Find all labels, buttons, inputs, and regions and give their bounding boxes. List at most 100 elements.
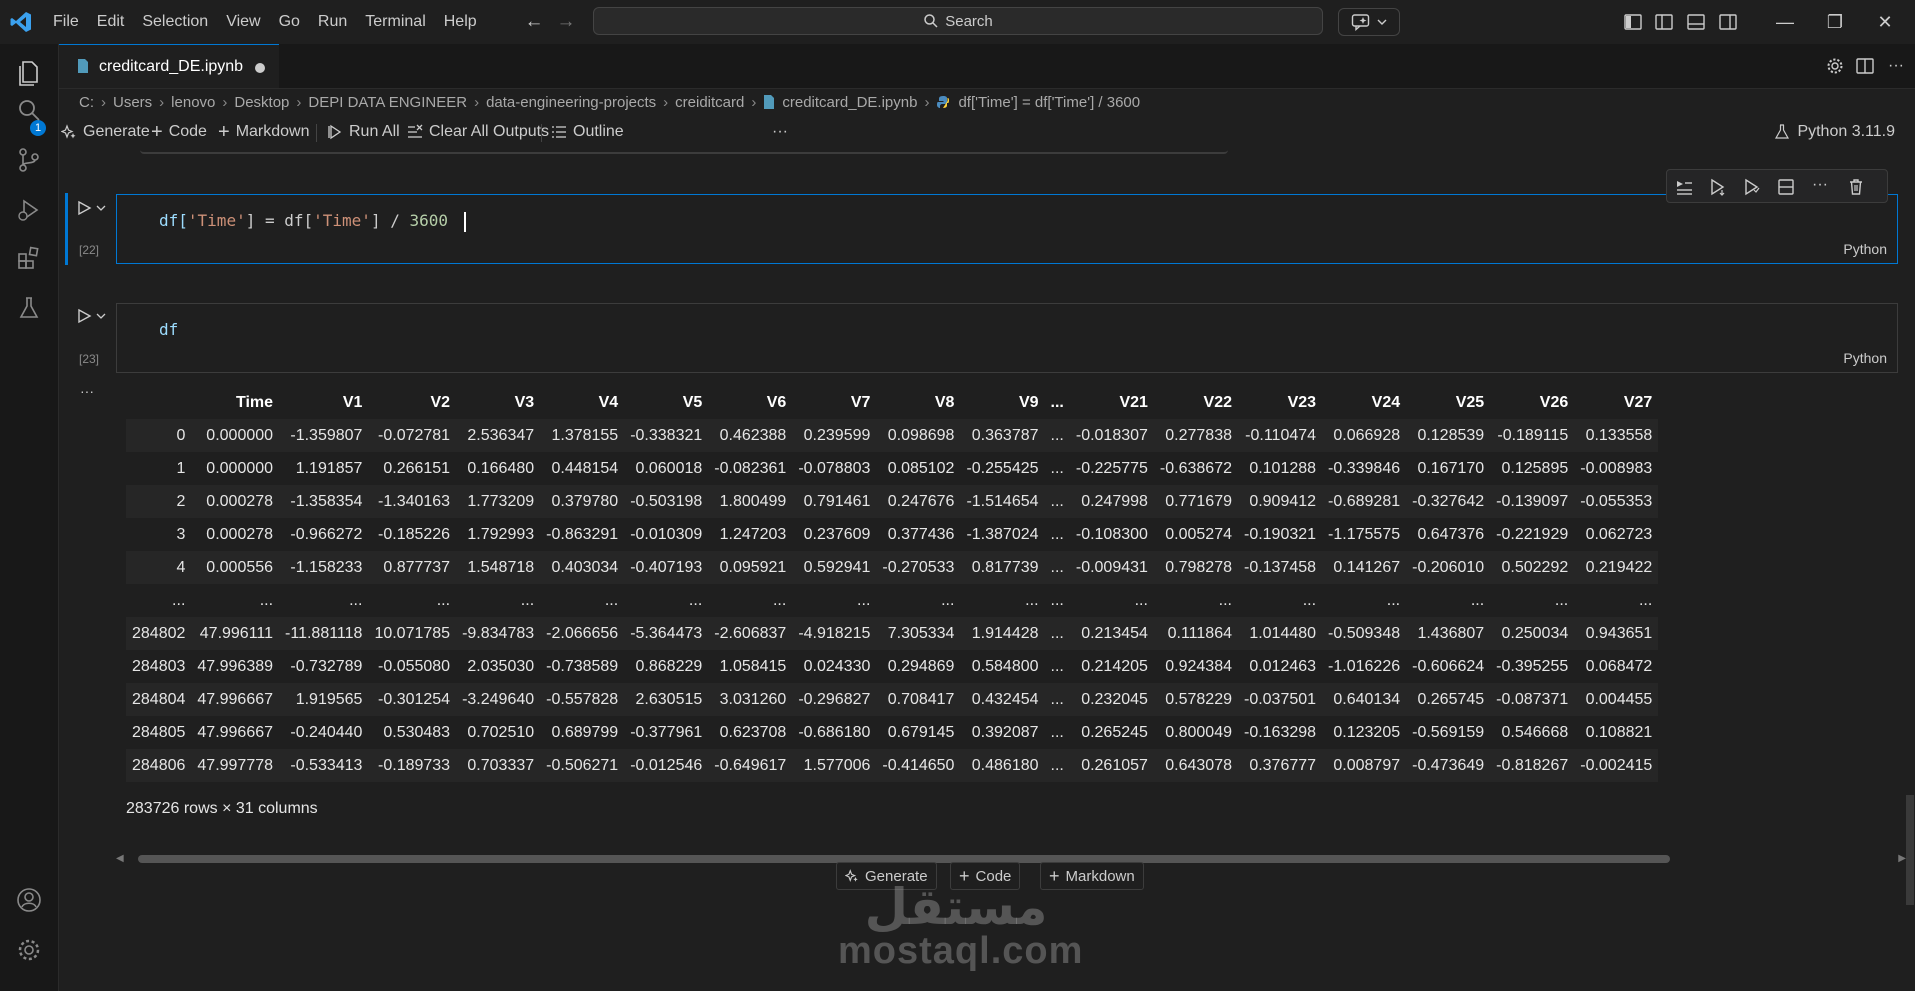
run-all-button[interactable]: Run All (327, 119, 400, 145)
output-actions-icon[interactable]: ··· (80, 383, 94, 399)
clear-all-outputs-button[interactable]: Clear All Outputs (407, 119, 549, 145)
accounts-icon[interactable] (15, 886, 43, 914)
settings-gear-icon[interactable] (15, 936, 43, 964)
execute-below-icon[interactable] (1709, 178, 1727, 196)
cell-language-label[interactable]: Python (1843, 350, 1887, 366)
table-cell: 0.232045 (1081, 690, 1148, 708)
code-line[interactable]: df (159, 320, 178, 339)
testing-flask-icon[interactable] (15, 294, 43, 322)
breadcrumb-item[interactable]: creiditcard (675, 94, 744, 111)
table-cell: -5.364473 (630, 624, 703, 642)
vscode-logo-icon (10, 12, 31, 32)
breadcrumb-item[interactable]: Desktop (234, 94, 289, 111)
breadcrumb-item[interactable]: DEPI DATA ENGINEER (308, 94, 467, 111)
search-icon[interactable] (15, 96, 43, 124)
add-code-cell-button[interactable]: + Code (151, 119, 207, 145)
menu-go[interactable]: Go (270, 0, 309, 44)
outline-button[interactable]: Outline (551, 119, 624, 145)
toggle-sidebar-icon[interactable] (1654, 12, 1674, 32)
generate-button[interactable]: Generate (61, 119, 150, 145)
breadcrumb-item[interactable]: lenovo (171, 94, 215, 111)
copilot-chat-button[interactable] (1338, 8, 1400, 36)
table-header-row: Time V1 V2 V3 V4 V5 V6 V7 V8 V9... V21 V22 V23 V24 V25… (126, 386, 1659, 419)
breadcrumb-item[interactable]: data-engineering-projects (486, 94, 656, 111)
more-actions-icon[interactable]: ··· (1886, 56, 1906, 76)
table-cell: -0.606624 (1412, 657, 1485, 675)
sparkle-icon (61, 124, 76, 139)
table-cell: 0.689799 (551, 723, 619, 741)
table-cell: -0.206010 (1412, 558, 1485, 576)
table-cell: 0.868229 (635, 657, 703, 675)
split-cell-icon[interactable] (1777, 178, 1795, 196)
table-cell: 0.060018 (635, 459, 703, 477)
execute-above-icon[interactable] (1675, 178, 1693, 196)
explorer-icon[interactable] (15, 58, 43, 86)
text-cursor (464, 211, 466, 232)
table-cell: 0.239599 (803, 426, 871, 444)
menu-selection[interactable]: Selection (133, 0, 217, 44)
cell-language-label[interactable]: Python (1843, 241, 1887, 257)
run-cell-button[interactable] (76, 306, 108, 326)
breadcrumb-item[interactable]: Users (113, 94, 152, 111)
toggle-primary-sidebar-icon[interactable] (1623, 12, 1643, 32)
table-cell: 0.141267 (1333, 558, 1401, 576)
table-cell: -0.732789 (290, 657, 363, 675)
table-cell: 0.214205 (1081, 657, 1148, 675)
table-cell: 0.817739 (971, 558, 1039, 576)
add-markdown-cell-button[interactable]: + Markdown (218, 119, 310, 145)
insert-markdown-label: Markdown (1065, 867, 1135, 885)
delete-cell-trash-icon[interactable] (1847, 178, 1865, 196)
table-cell: -0.018307 (1075, 426, 1148, 444)
menu-view[interactable]: View (217, 0, 269, 44)
column-header-cell: V21 (1119, 393, 1148, 411)
table-cell: -1.175575 (1328, 525, 1401, 543)
run-debug-icon[interactable] (15, 196, 43, 224)
breadcrumb-item[interactable]: creditcard_DE.ipynb (782, 94, 917, 111)
command-center-search[interactable]: Search (593, 7, 1323, 35)
table-cell: ... (1050, 723, 1064, 741)
scroll-left-arrow-icon[interactable]: ◀ (116, 853, 124, 864)
menu-file[interactable]: File (44, 0, 88, 44)
table-cell: -0.221929 (1496, 525, 1569, 543)
extensions-icon[interactable] (15, 244, 43, 272)
kernel-picker[interactable]: Python 3.11.9 (1774, 119, 1895, 145)
column-header-cell: V1 (342, 393, 363, 411)
code-cell-23[interactable]: df Python (116, 303, 1898, 373)
table-cell: -0.225775 (1075, 459, 1148, 477)
close-window-button[interactable]: ✕ (1870, 8, 1900, 36)
table-cell: 0.909412 (1249, 492, 1317, 510)
run-cell-button[interactable] (76, 198, 108, 218)
menu-edit[interactable]: Edit (88, 0, 134, 44)
row-index-cell: 284805 (132, 723, 186, 741)
menu-run[interactable]: Run (309, 0, 356, 44)
table-cell: 0.005274 (1165, 525, 1232, 543)
code-cell-22[interactable]: df['Time'] = df['Time'] / 3600 Python (116, 194, 1898, 264)
breadcrumb-symbol[interactable]: df['Time'] = df['Time'] / 3600 (958, 94, 1140, 111)
execute-and-below-icon[interactable] (1743, 178, 1761, 196)
minimize-button[interactable]: — (1770, 8, 1800, 36)
notebook-settings-gear-icon[interactable] (1825, 56, 1845, 76)
split-editor-icon[interactable] (1855, 56, 1875, 76)
table-cell: 0.462388 (719, 426, 787, 444)
toggle-panel-icon[interactable] (1686, 12, 1706, 32)
code-line[interactable]: df['Time'] = df['Time'] / 3600 (159, 211, 466, 232)
toolbar-more-button[interactable]: ··· (772, 119, 788, 145)
vertical-scroll-thumb[interactable] (1906, 795, 1914, 905)
source-control-icon[interactable] (15, 146, 43, 174)
scroll-right-arrow-icon[interactable]: ▶ (1898, 853, 1906, 864)
menu-terminal[interactable]: Terminal (356, 0, 434, 44)
unsaved-dot-icon[interactable] (255, 63, 265, 73)
table-cell: -0.818267 (1496, 756, 1569, 774)
back-arrow-icon[interactable]: ← (524, 12, 544, 32)
breadcrumb-item[interactable]: C: (79, 94, 94, 111)
forward-arrow-icon[interactable]: → (556, 12, 576, 32)
search-label: Search (945, 12, 993, 30)
tab-creditcard-notebook[interactable]: creditcard_DE.ipynb (59, 44, 279, 88)
restore-button[interactable]: ❐ (1820, 8, 1850, 36)
cell-more-icon[interactable]: ··· (1811, 176, 1829, 194)
table-cell: ... (941, 591, 955, 609)
table-cell: -0.506271 (546, 756, 619, 774)
toggle-secondary-sidebar-icon[interactable] (1718, 12, 1738, 32)
menu-help[interactable]: Help (435, 0, 486, 44)
table-cell: ... (1025, 591, 1039, 609)
